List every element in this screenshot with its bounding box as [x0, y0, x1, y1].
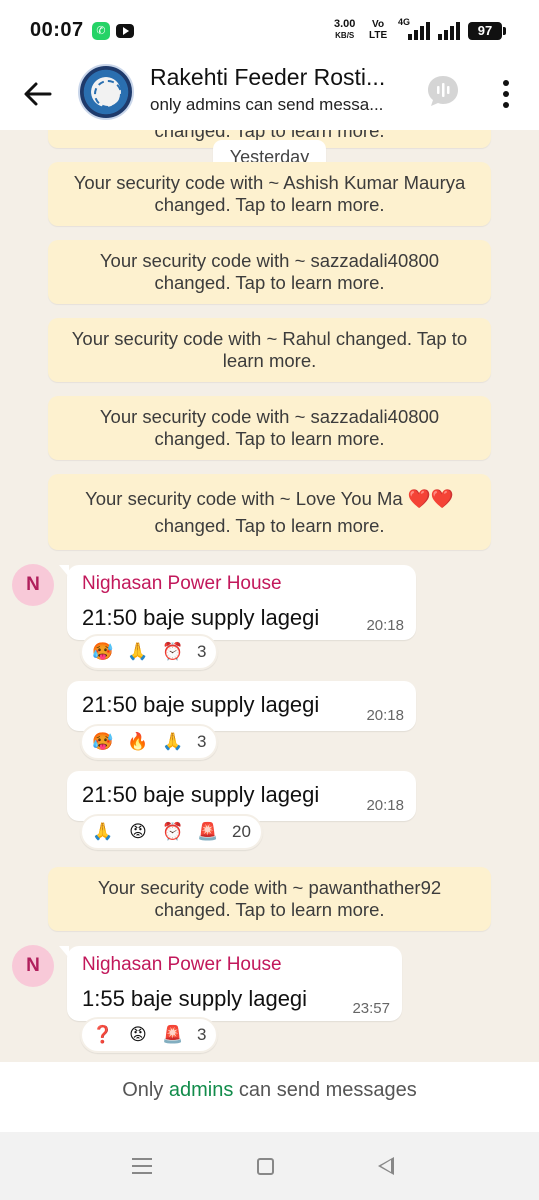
message-text: 21:50 baje supply lagegi — [82, 605, 320, 630]
group-subtitle[interactable]: only admins can send messa... — [150, 95, 405, 115]
message-time: 20:18 — [366, 797, 404, 814]
admins-link[interactable]: admins — [169, 1079, 233, 1101]
battery-icon: 97 — [468, 22, 506, 40]
status-bar: 00:07 ✆ 3.00 KB/S Vo LTE 4G 97 — [0, 0, 539, 60]
reaction-count: 3 — [197, 732, 207, 751]
message-text: 1:55 baje supply lagegi — [82, 986, 308, 1011]
sender-avatar[interactable]: N — [12, 945, 54, 987]
reaction-emoji: ❓ — [92, 1025, 114, 1044]
reaction-count: 3 — [197, 642, 207, 661]
reaction-emoji: ⏰ — [162, 642, 184, 661]
message-bubble[interactable]: Nighasan Power House 1:55 baje supply la… — [59, 946, 402, 1021]
whatsapp-notification-icon: ✆ — [92, 22, 110, 40]
message-time: 20:18 — [366, 707, 404, 724]
reaction-emoji: 😡 — [129, 822, 147, 841]
message-bubble[interactable]: Nighasan Power House 21:50 baje supply l… — [59, 565, 416, 640]
network-speed: 3.00 KB/S — [334, 18, 356, 41]
reaction-emoji: 🙏 — [92, 822, 114, 841]
system-navigation-bar — [0, 1132, 539, 1200]
reaction-emoji: 🥵 — [92, 642, 114, 661]
group-avatar[interactable] — [78, 64, 134, 120]
system-message[interactable]: Your security code with ~ Rahul changed.… — [48, 318, 491, 382]
home-icon[interactable] — [257, 1158, 274, 1175]
reaction-count: 3 — [197, 1025, 207, 1044]
reaction-emoji: 🚨 — [162, 1025, 184, 1044]
message-text: 21:50 baje supply lagegi — [82, 782, 320, 807]
reaction-emoji: ⏰ — [162, 822, 184, 841]
reactions-bar[interactable]: 🥵 🔥 🙏 3 — [80, 724, 219, 760]
sender-avatar[interactable]: N — [12, 564, 54, 606]
back-icon[interactable] — [378, 1157, 394, 1175]
signal-icon — [408, 22, 430, 40]
sender-name[interactable]: Nighasan Power House — [82, 954, 282, 976]
youtube-notification-icon — [116, 24, 134, 38]
system-message[interactable]: Your security code with ~ Ashish Kumar M… — [48, 162, 491, 226]
arrow-left-icon[interactable] — [18, 74, 58, 114]
group-name[interactable]: Rakehti Feeder Rosti... — [150, 64, 405, 91]
sender-name[interactable]: Nighasan Power House — [82, 573, 282, 595]
voice-chat-icon[interactable] — [424, 72, 462, 110]
reaction-emoji: 🙏 — [162, 732, 184, 751]
more-vertical-icon[interactable] — [494, 74, 518, 114]
status-time: 00:07 — [30, 19, 84, 41]
volte-indicator: Vo LTE — [369, 19, 388, 41]
signal-icon-sim2 — [438, 22, 460, 40]
chat-header[interactable]: Rakehti Feeder Rosti... only admins can … — [0, 60, 539, 130]
system-message[interactable]: Your security code with ~ Love You Ma ❤️… — [48, 474, 491, 550]
message-text: 21:50 baje supply lagegi — [82, 692, 320, 717]
reaction-emoji: 🙏 — [127, 642, 149, 661]
admins-only-notice: Only admins can send messages — [0, 1062, 539, 1132]
recent-apps-icon[interactable] — [132, 1156, 152, 1176]
reactions-bar[interactable]: 🙏 😡 ⏰ 🚨 20 — [80, 814, 263, 850]
reaction-count: 20 — [232, 822, 251, 841]
reactions-bar[interactable]: 🥵 🙏 ⏰ 3 — [80, 634, 219, 670]
system-message[interactable]: Your security code with ~ sazzadali40800… — [48, 396, 491, 460]
reaction-emoji: 🥵 — [92, 732, 114, 751]
system-message[interactable]: Your security code with ~ sazzadali40800… — [48, 240, 491, 304]
reaction-emoji: 🚨 — [197, 822, 219, 841]
message-time: 23:57 — [352, 1000, 390, 1017]
reaction-emoji: 😡 — [129, 1025, 147, 1044]
message-time: 20:18 — [366, 617, 404, 634]
reactions-bar[interactable]: ❓ 😡 🚨 3 — [80, 1017, 219, 1053]
system-message[interactable]: Your security code with ~ pawanthather92… — [48, 867, 491, 931]
reaction-emoji: 🔥 — [127, 732, 149, 751]
chat-messages-area[interactable]: changed. Tap to learn more. Yesterday Yo… — [0, 130, 539, 1062]
